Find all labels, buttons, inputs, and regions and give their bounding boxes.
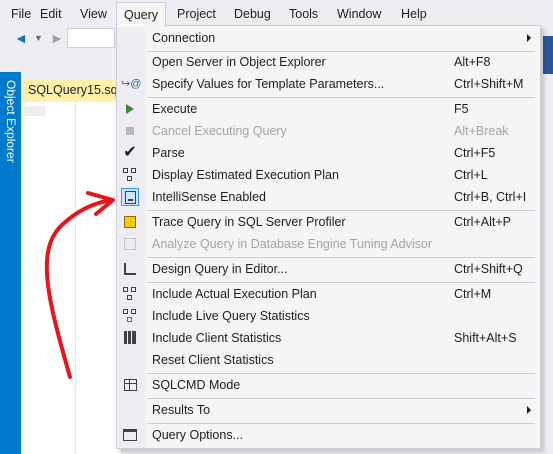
menu-item-label: Open Server in Object Explorer — [152, 55, 326, 69]
back-icon[interactable]: ◄ — [14, 29, 28, 47]
menu-item-label: Connection — [152, 31, 216, 45]
menu-item-design-query[interactable]: Design Query in Editor... Ctrl+Shift+Q — [117, 258, 540, 280]
query-menu: Connection Open Server in Object Explore… — [116, 25, 541, 449]
menu-item-label: Include Client Statistics — [152, 331, 282, 345]
editor-margin — [75, 102, 76, 454]
menu-item-template-parameters[interactable]: ↪@ Specify Values for Template Parameter… — [117, 73, 540, 95]
menu-item-label: Include Actual Execution Plan — [152, 287, 317, 301]
menu-item-label: Results To — [152, 403, 211, 417]
menu-item-label: Execute — [152, 102, 198, 116]
forward-icon[interactable]: ► — [50, 29, 64, 47]
document-tab[interactable]: SQLQuery15.sql - — [24, 80, 116, 100]
profiler-icon — [121, 213, 139, 231]
menu-item-shortcut: Ctrl+Shift+Q — [454, 262, 523, 276]
menu-item-tuning-advisor: Analyze Query in Database Engine Tuning … — [117, 233, 540, 255]
menu-item-actual-plan[interactable]: Include Actual Execution Plan Ctrl+M — [117, 283, 540, 305]
menu-item-intellisense[interactable]: IntelliSense Enabled Ctrl+B, Ctrl+I — [117, 186, 540, 208]
menu-item-query-options[interactable]: Query Options... — [117, 424, 540, 446]
menu-item-estimated-plan[interactable]: Display Estimated Execution Plan Ctrl+L — [117, 164, 540, 186]
menu-item-client-statistics[interactable]: Include Client Statistics Shift+Alt+S — [117, 327, 540, 349]
menu-item-connection[interactable]: Connection — [117, 27, 540, 49]
menu-item-shortcut: Alt+F8 — [454, 55, 491, 69]
submenu-arrow-icon — [527, 406, 531, 414]
menu-item-label: Cancel Executing Query — [152, 124, 287, 138]
dropdown-arrow-icon[interactable]: ▼ — [34, 29, 43, 47]
menu-item-shortcut: Ctrl+M — [454, 287, 492, 301]
stop-icon — [121, 122, 139, 140]
menu-item-label: Design Query in Editor... — [152, 262, 288, 276]
live-statistics-icon — [121, 307, 139, 325]
menu-item-label: Specify Values for Template Parameters..… — [152, 77, 385, 91]
actual-plan-icon — [121, 285, 139, 303]
checkmark-icon: ✔ — [123, 144, 137, 161]
menu-item-shortcut: F5 — [454, 102, 469, 116]
menu-bar: File Edit View Query Project Debug Tools… — [0, 0, 553, 27]
menu-item-live-statistics[interactable]: Include Live Query Statistics — [117, 305, 540, 327]
toolbar-combo[interactable] — [67, 28, 115, 48]
menu-item-shortcut: Shift+Alt+S — [454, 331, 517, 345]
menu-item-shortcut: Ctrl+Alt+P — [454, 215, 511, 229]
menu-item-label: Analyze Query in Database Engine Tuning … — [152, 237, 433, 251]
menu-project[interactable]: Project — [177, 0, 216, 26]
menu-item-shortcut: Ctrl+Shift+M — [454, 77, 524, 91]
menu-item-open-server[interactable]: Open Server in Object Explorer Alt+F8 — [117, 51, 540, 73]
menu-item-label: Trace Query in SQL Server Profiler — [152, 215, 346, 229]
menu-item-label: Reset Client Statistics — [152, 353, 274, 367]
menu-item-parse[interactable]: ✔ Parse Ctrl+F5 — [117, 142, 540, 164]
menu-item-label: Display Estimated Execution Plan — [152, 168, 339, 182]
menu-item-shortcut: Ctrl+B, Ctrl+I — [454, 190, 527, 204]
menu-file[interactable]: File — [11, 0, 31, 26]
design-query-icon — [121, 260, 139, 278]
editor-navigation-bar — [24, 106, 46, 116]
query-editor[interactable] — [21, 102, 121, 454]
client-statistics-icon — [121, 329, 139, 347]
menu-item-label: SQLCMD Mode — [152, 378, 241, 392]
menu-item-trace-query[interactable]: Trace Query in SQL Server Profiler Ctrl+… — [117, 211, 540, 233]
menu-item-label: Include Live Query Statistics — [152, 309, 310, 323]
object-explorer-label[interactable]: Object Explorer — [2, 80, 20, 163]
menu-item-shortcut: Ctrl+F5 — [454, 146, 496, 160]
menu-item-label: IntelliSense Enabled — [152, 190, 266, 204]
menu-debug[interactable]: Debug — [234, 0, 271, 26]
execution-plan-icon — [121, 166, 139, 184]
window-accent-strip — [543, 36, 553, 74]
play-icon — [121, 100, 139, 118]
menu-item-reset-statistics[interactable]: Reset Client Statistics — [117, 349, 540, 371]
sqlcmd-icon — [121, 376, 139, 394]
intellisense-icon — [121, 188, 139, 206]
menu-item-results-to[interactable]: Results To — [117, 399, 540, 421]
tuning-advisor-icon — [121, 235, 139, 253]
menu-item-label: Parse — [152, 146, 185, 160]
menu-view[interactable]: View — [80, 0, 107, 26]
menu-help[interactable]: Help — [401, 0, 427, 26]
menu-edit[interactable]: Edit — [40, 0, 62, 26]
menu-item-label: Query Options... — [152, 428, 244, 442]
menu-tools[interactable]: Tools — [289, 0, 318, 26]
menu-item-cancel-query: Cancel Executing Query Alt+Break — [117, 120, 540, 142]
menu-item-sqlcmd-mode[interactable]: SQLCMD Mode — [117, 374, 540, 396]
menu-window[interactable]: Window — [337, 0, 381, 26]
template-parameters-icon: ↪@ — [121, 78, 142, 90]
submenu-arrow-icon — [527, 34, 531, 42]
query-options-icon — [121, 426, 139, 444]
menu-query[interactable]: Query — [116, 2, 167, 27]
menu-item-execute[interactable]: Execute F5 — [117, 98, 540, 120]
menu-item-shortcut: Ctrl+L — [454, 168, 488, 182]
menu-item-shortcut: Alt+Break — [454, 124, 509, 138]
